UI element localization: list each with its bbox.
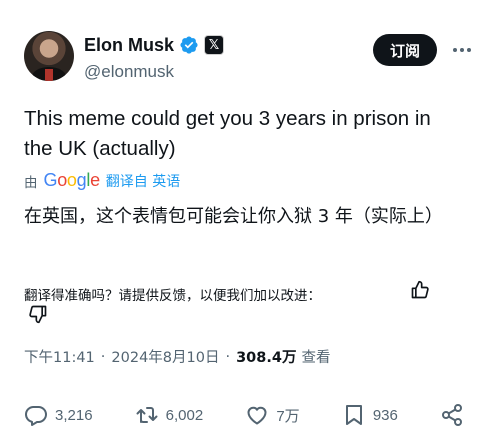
repost-count: 6,002 bbox=[165, 406, 204, 424]
tweet-header: Elon Musk 𝕏 @elonmusk 订阅 bbox=[24, 28, 471, 84]
tweet-date[interactable]: 2024年8月10日 bbox=[111, 346, 219, 367]
share-icon bbox=[441, 404, 462, 426]
views-label: 查看 bbox=[301, 350, 331, 366]
tweet-time[interactable]: 下午11:41 bbox=[24, 346, 95, 367]
reply-count: 3,216 bbox=[55, 406, 93, 424]
bookmark-button[interactable]: 936 bbox=[342, 403, 398, 427]
share-button[interactable] bbox=[440, 403, 464, 427]
thumbs-down-icon[interactable] bbox=[28, 304, 48, 324]
tweet-meta: 下午11:41 · 2024年8月10日 · 308.4万 查看 bbox=[24, 346, 330, 367]
like-button[interactable]: 7万 bbox=[245, 403, 300, 427]
translated-from-link[interactable]: 翻译自 英语 bbox=[106, 171, 180, 191]
tweet-actions: 3,216 6,002 7万 936 bbox=[24, 400, 464, 430]
tweet-text: This meme could get you 3 years in priso… bbox=[24, 107, 431, 160]
translation-attribution: 由 Google 翻译自 英语 bbox=[24, 170, 180, 191]
verified-badge-icon[interactable] bbox=[179, 35, 199, 55]
more-dot bbox=[460, 48, 464, 52]
more-horizontal-icon[interactable] bbox=[450, 34, 474, 66]
meta-separator: · bbox=[225, 348, 231, 365]
google-logo: Google bbox=[43, 170, 101, 190]
thumbs-up-icon[interactable] bbox=[410, 280, 430, 300]
like-count: 7万 bbox=[276, 407, 300, 425]
x-logo-icon[interactable]: 𝕏 bbox=[204, 35, 225, 55]
meta-separator: · bbox=[100, 348, 106, 365]
reply-icon bbox=[24, 406, 47, 426]
more-dot bbox=[467, 48, 471, 52]
repost-button[interactable]: 6,002 bbox=[135, 403, 204, 427]
reply-button[interactable]: 3,216 bbox=[24, 403, 93, 427]
name-row: Elon Musk 𝕏 bbox=[84, 34, 225, 56]
avatar-shirt bbox=[45, 69, 53, 81]
views-count: 308.4万 bbox=[236, 350, 297, 366]
subscribe-button[interactable]: 订阅 bbox=[373, 34, 437, 66]
more-dot bbox=[453, 48, 457, 52]
translated-by-label: 由 bbox=[24, 174, 38, 191]
author-block: Elon Musk 𝕏 @elonmusk bbox=[84, 34, 225, 82]
heart-icon bbox=[247, 406, 267, 425]
repost-icon bbox=[136, 407, 158, 423]
bookmark-count: 936 bbox=[372, 406, 398, 424]
translation-feedback-prompt: 翻译得准确吗？请提供反馈，以便我们加以改进： bbox=[24, 288, 321, 304]
author-display-name[interactable]: Elon Musk bbox=[84, 35, 174, 56]
translated-text: 在英国，这个表情包可能会让你入狱 3 年（实际上） bbox=[24, 206, 443, 227]
avatar[interactable] bbox=[24, 31, 74, 81]
bookmark-icon bbox=[345, 405, 362, 425]
author-handle[interactable]: @elonmusk bbox=[84, 62, 224, 82]
